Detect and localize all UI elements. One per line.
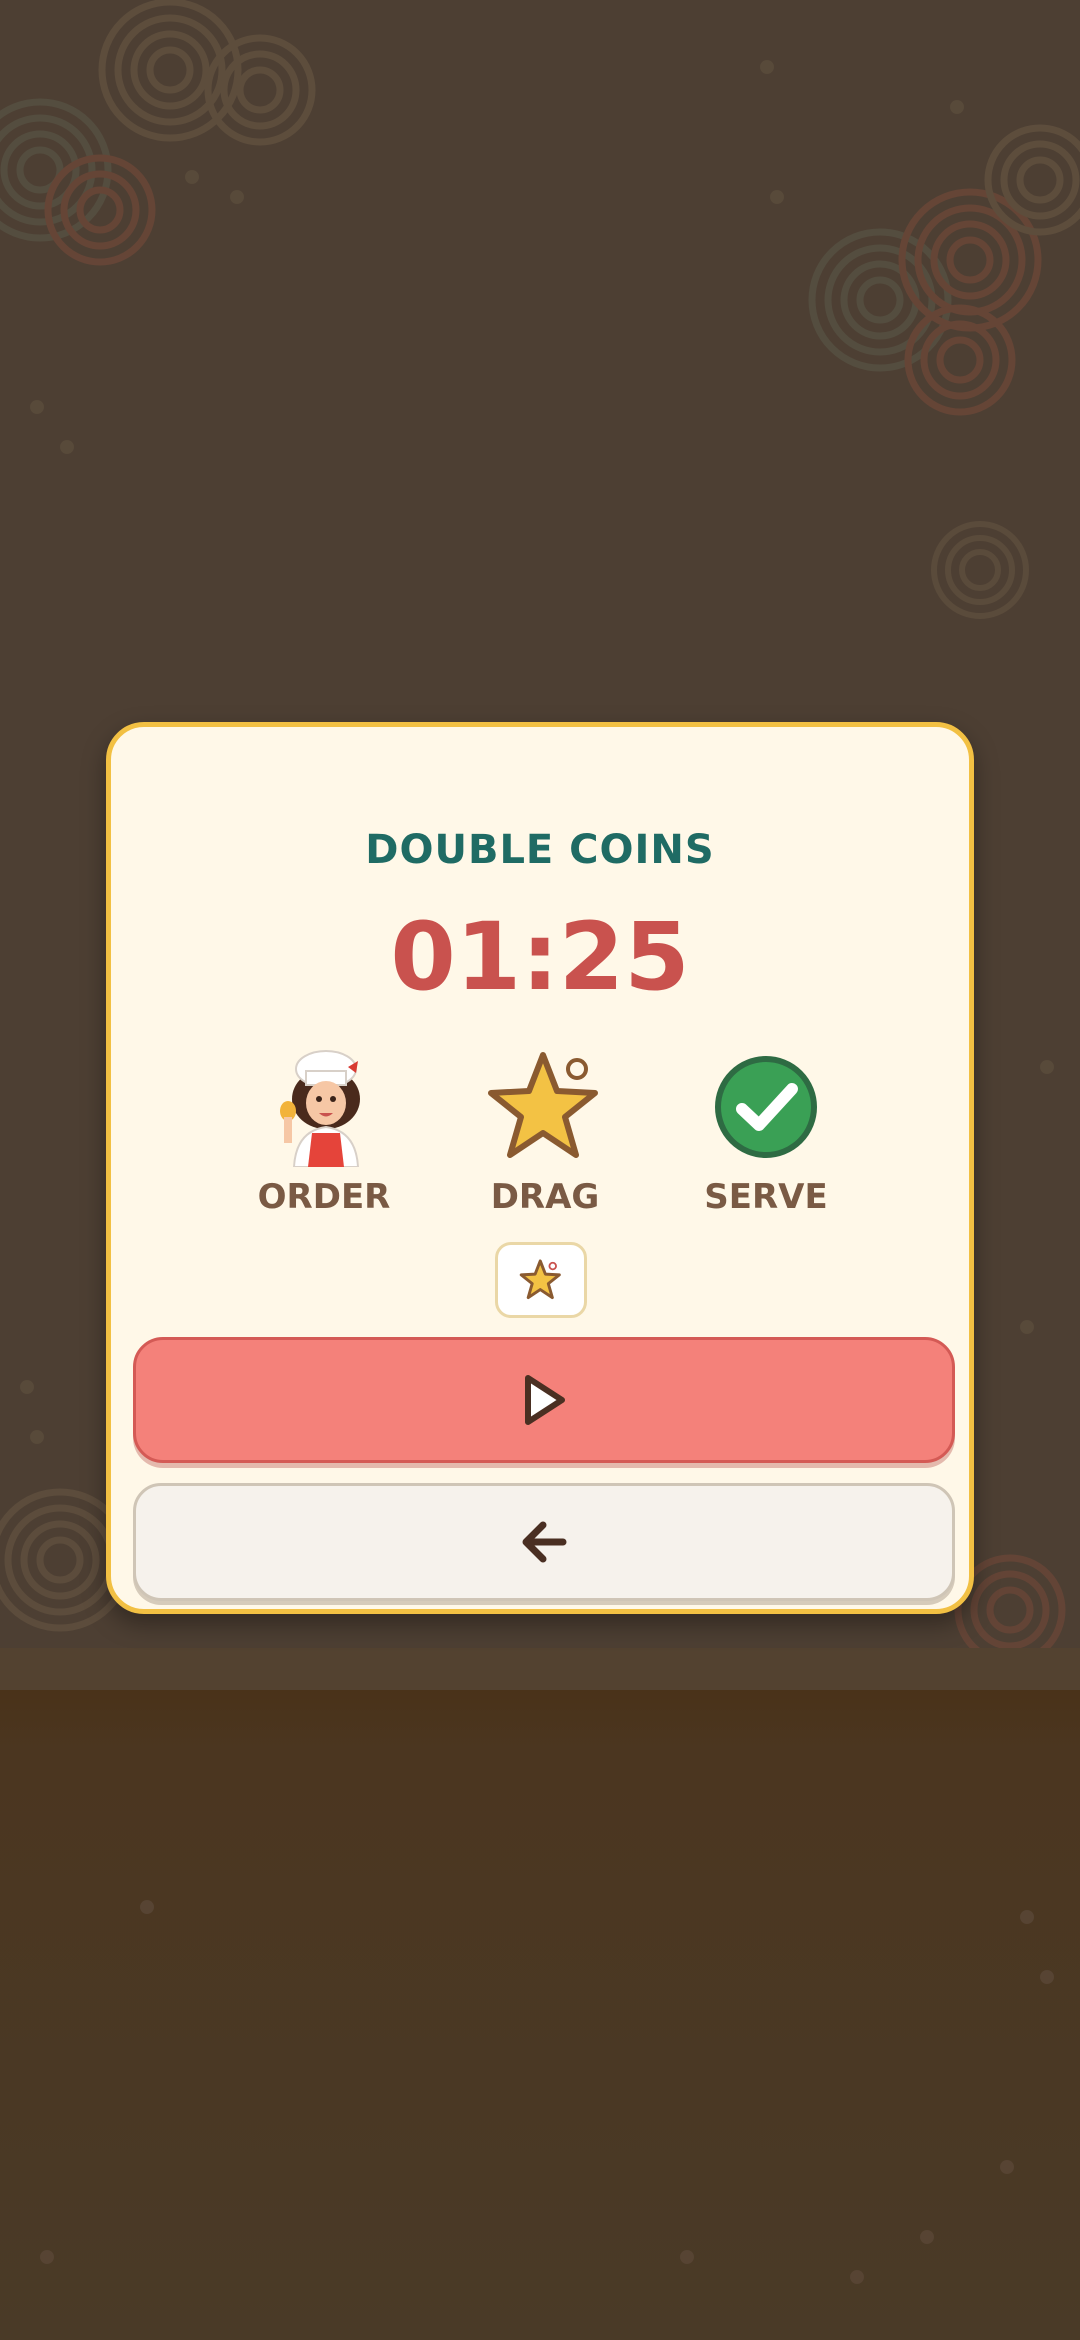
small-star-icon	[519, 1259, 561, 1300]
back-arrow-icon	[522, 1521, 567, 1563]
dialog-title: DOUBLE COINS	[365, 827, 715, 873]
wave-pattern-top-left	[0, 0, 316, 266]
play-icon	[525, 1375, 565, 1425]
step-serve-label: SERVE	[704, 1177, 828, 1217]
play-button[interactable]	[133, 1337, 955, 1463]
counter-edge	[0, 1648, 1080, 1690]
checkmark-icon	[706, 1047, 826, 1167]
wave-pattern-top-right	[808, 124, 1080, 416]
wave-pattern-right	[931, 521, 1029, 619]
step-order-label: ORDER	[257, 1177, 391, 1217]
step-drag-label: DRAG	[490, 1177, 600, 1217]
wooden-floor	[0, 1690, 1080, 2340]
chef-character-icon	[264, 1047, 384, 1168]
step-order: ORDER	[229, 1047, 419, 1217]
step-serve: SERVE	[671, 1047, 861, 1217]
star-icon	[485, 1047, 605, 1167]
double-coins-dialog: DOUBLE COINS 01:25 ORDER DRAG SERVE	[106, 722, 974, 1614]
countdown-timer: 01:25	[390, 903, 690, 1012]
step-drag: DRAG	[450, 1047, 640, 1217]
star-badge	[495, 1242, 587, 1318]
back-button[interactable]	[133, 1483, 955, 1601]
